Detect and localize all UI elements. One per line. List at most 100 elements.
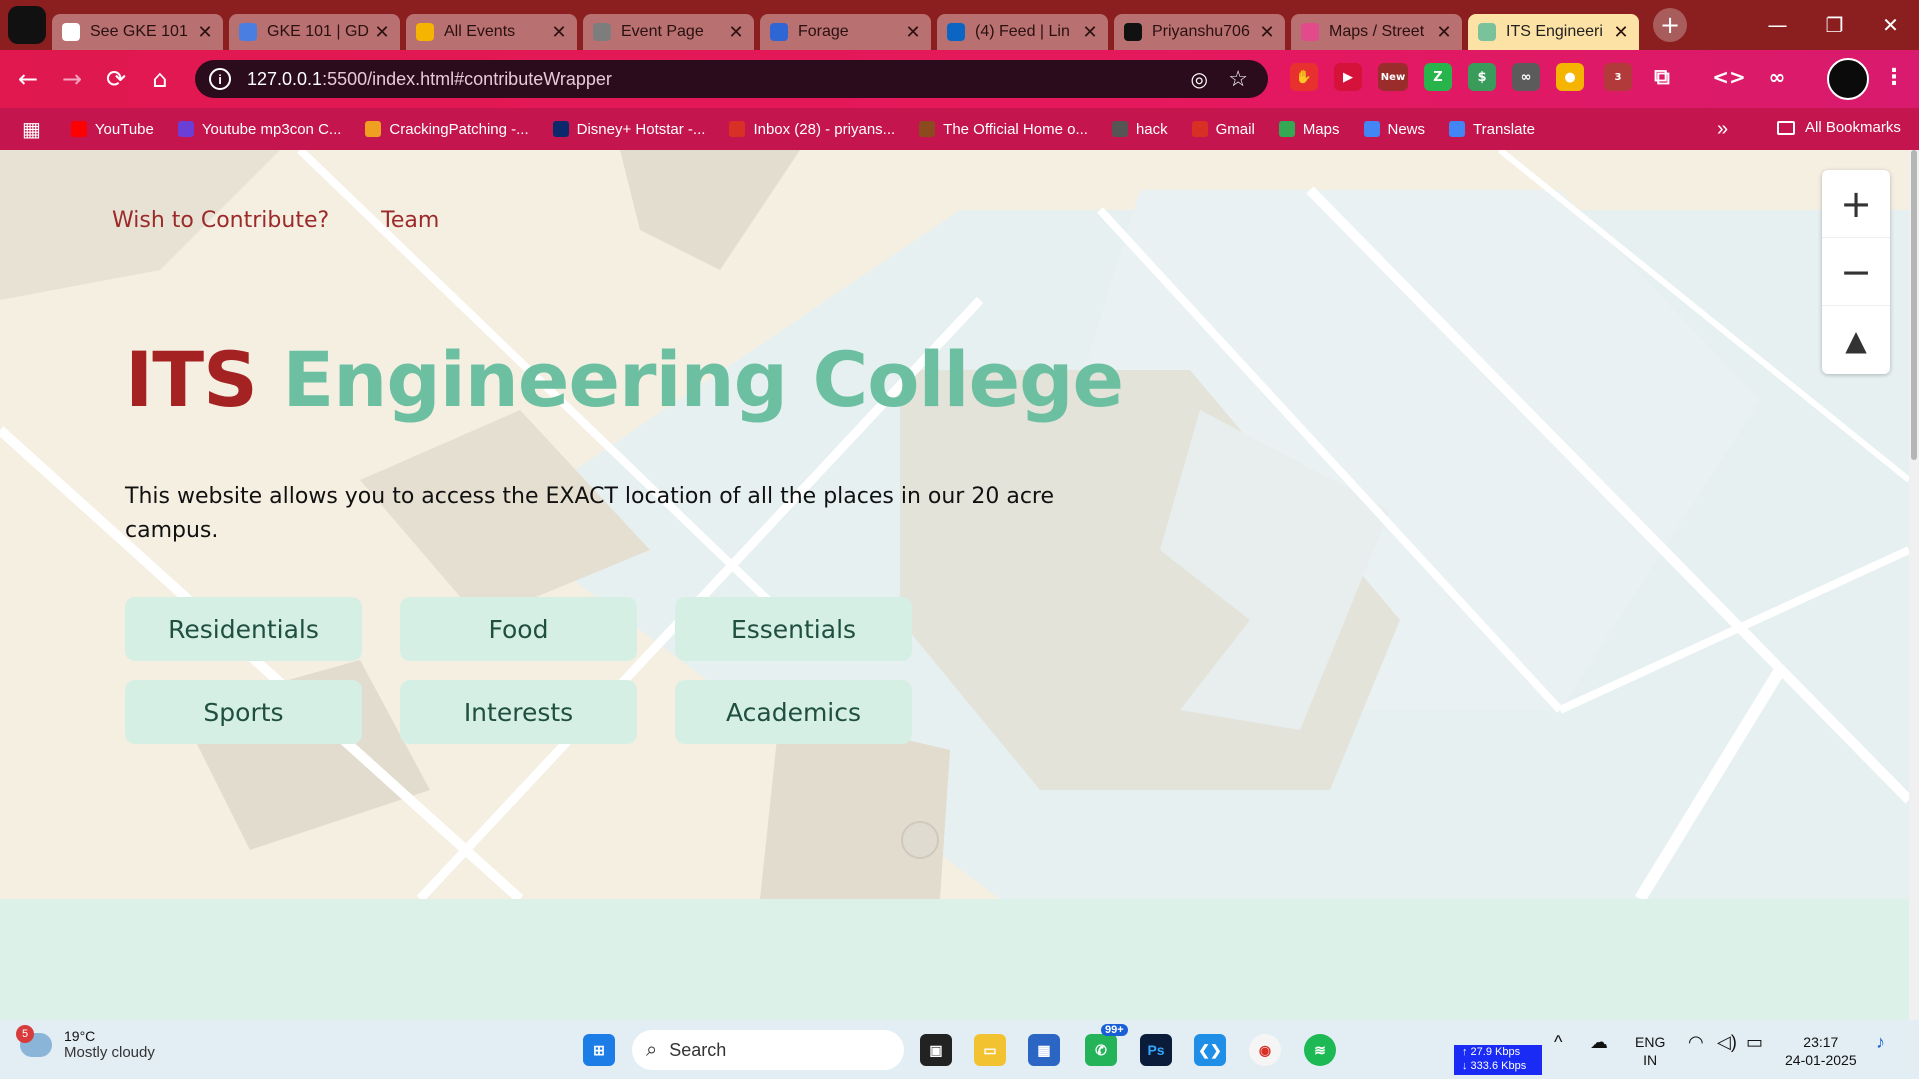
compass-icon[interactable]: ▲	[1822, 306, 1890, 374]
browser-tab[interactable]: Priyanshu706 ✕	[1114, 14, 1285, 50]
category-food-button[interactable]: Food	[400, 597, 637, 661]
bookmark-item[interactable]: Disney+ Hotstar -...	[552, 121, 705, 138]
extension-z-icon[interactable]: Z	[1424, 63, 1452, 91]
category-essentials-button[interactable]: Essentials	[675, 597, 912, 661]
devtools-code-icon[interactable]: <>	[1712, 63, 1746, 91]
home-icon[interactable]: ⌂	[138, 57, 182, 101]
tab-title: Priyanshu706	[1152, 23, 1250, 40]
category-residentials-button[interactable]: Residentials	[125, 597, 362, 661]
category-academics-button[interactable]: Academics	[675, 680, 912, 744]
tab-title: Event Page	[621, 23, 704, 40]
bookmark-item[interactable]: CrackingPatching -...	[365, 121, 529, 138]
browser-tab[interactable]: ITS Engineeri ✕	[1468, 14, 1639, 50]
extensions-puzzle-icon[interactable]: ⧉	[1648, 63, 1676, 91]
extension-green-icon[interactable]: $	[1468, 63, 1496, 91]
bookmark-item[interactable]: hack	[1111, 121, 1168, 138]
extension-counter-icon[interactable]: 3	[1604, 63, 1632, 91]
browser-tab[interactable]: Maps / Street ✕	[1291, 14, 1462, 50]
chrome-icon[interactable]: ◉	[1249, 1034, 1281, 1066]
taskbar-search[interactable]: ⌕ Search	[632, 1030, 904, 1070]
restore-button[interactable]: ❐	[1806, 0, 1863, 50]
category-interests-button[interactable]: Interests	[400, 680, 637, 744]
bookmark-item[interactable]: News	[1363, 121, 1425, 138]
extension-forward-icon[interactable]: ▶	[1334, 63, 1362, 91]
onedrive-icon[interactable]: ☁	[1590, 1033, 1608, 1051]
vscode-icon[interactable]: ❮❯	[1194, 1034, 1226, 1066]
extension-infinity-icon[interactable]: ∞	[1512, 63, 1540, 91]
bookmark-item[interactable]: Translate	[1449, 121, 1535, 138]
new-badge: New	[1380, 71, 1406, 83]
windows-taskbar: 5 19°C Mostly cloudy ⊞ ⌕ Search ▣ ▭ ▦ 99…	[0, 1020, 1919, 1079]
battery-icon[interactable]: ▭	[1746, 1033, 1763, 1051]
bookmark-favicon-icon	[70, 121, 87, 137]
site-info-icon[interactable]: i	[209, 68, 231, 90]
extension-hand-icon[interactable]: ✋	[1290, 63, 1318, 91]
link-icon[interactable]: ∞	[1763, 63, 1791, 91]
browser-profile-icon[interactable]	[8, 6, 46, 44]
bookmark-item[interactable]: Maps	[1278, 121, 1340, 138]
category-sports-button[interactable]: Sports	[125, 680, 362, 744]
browser-tab[interactable]: Forage ✕	[760, 14, 931, 50]
extension-new-icon[interactable]: New	[1378, 63, 1408, 91]
wifi-icon[interactable]: ◠	[1688, 1033, 1704, 1051]
team-link[interactable]: Team	[381, 208, 439, 233]
tab-favicon-icon	[62, 23, 80, 41]
more-bookmarks-icon[interactable]: »	[1717, 118, 1728, 141]
eye-slash-icon[interactable]: ◎	[1191, 67, 1208, 92]
reload-icon[interactable]: ⟳	[94, 57, 138, 101]
bookmark-item[interactable]: Gmail	[1191, 121, 1255, 138]
task-view-icon[interactable]: ▣	[920, 1034, 952, 1066]
whatsapp-icon[interactable]: 99+ ✆	[1085, 1024, 1128, 1066]
windows-start-icon[interactable]: ⊞	[583, 1034, 615, 1066]
language-indicator[interactable]: ENG IN	[1635, 1033, 1665, 1069]
browser-tab[interactable]: See GKE 101 ✕	[52, 14, 223, 50]
campus-map[interactable]: Wish to Contribute? Team ITS Engineering…	[0, 150, 1909, 899]
browser-tab[interactable]: All Events ✕	[406, 14, 577, 50]
photoshop-icon[interactable]: Ps	[1140, 1034, 1172, 1066]
menu-kebab-icon[interactable]: ⋮	[1880, 63, 1908, 91]
tab-close-icon[interactable]: ✕	[1082, 22, 1098, 43]
bookmark-item[interactable]: The Official Home o...	[919, 121, 1088, 138]
tab-close-icon[interactable]: ✕	[905, 22, 921, 43]
tab-close-icon[interactable]: ✕	[374, 22, 390, 43]
zoom-in-button[interactable]: +	[1822, 170, 1890, 238]
new-tab-button[interactable]: +	[1653, 8, 1687, 42]
clock[interactable]: 23:17 24-01-2025	[1785, 1033, 1857, 1069]
apps-grid-icon[interactable]: ▦	[22, 117, 41, 142]
site-nav: Wish to Contribute? Team	[112, 208, 439, 233]
profile-avatar[interactable]	[1827, 58, 1869, 100]
file-explorer-icon[interactable]: ▭	[974, 1034, 1006, 1066]
page-scrollbar[interactable]	[1909, 150, 1919, 1020]
whatsapp-badge: 99+	[1101, 1024, 1128, 1036]
browser-tab[interactable]: GKE 101 | GD ✕	[229, 14, 400, 50]
minimize-button[interactable]: —	[1749, 0, 1806, 50]
tab-close-icon[interactable]: ✕	[728, 22, 744, 43]
bookmark-item[interactable]: Youtube mp3con C...	[177, 121, 341, 138]
tab-close-icon[interactable]: ✕	[1259, 22, 1275, 43]
tray-chevron-icon[interactable]: ^	[1554, 1033, 1562, 1051]
bookmark-star-icon[interactable]: ☆	[1228, 66, 1248, 92]
scrollbar-thumb[interactable]	[1911, 150, 1917, 460]
close-window-button[interactable]: ✕	[1862, 0, 1919, 50]
bookmark-item[interactable]: YouTube	[70, 121, 154, 138]
tab-title: All Events	[444, 23, 516, 40]
address-bar[interactable]: i 127.0.0.1:5500/index.html#contributeWr…	[195, 60, 1268, 98]
bookmark-item[interactable]: Inbox (28) - priyans...	[729, 121, 895, 138]
volume-icon[interactable]: ◁)	[1717, 1033, 1737, 1051]
zoom-out-button[interactable]: −	[1822, 238, 1890, 306]
weather-widget[interactable]: 5 19°C Mostly cloudy	[16, 1024, 155, 1061]
browser-tab[interactable]: Event Page ✕	[583, 14, 754, 50]
spotify-icon[interactable]: ≋	[1304, 1034, 1336, 1066]
browser-tab[interactable]: (4) Feed | Lin ✕	[937, 14, 1108, 50]
microsoft-store-icon[interactable]: ▦	[1028, 1034, 1060, 1066]
back-icon[interactable]: ←	[6, 57, 50, 101]
notification-bell-icon[interactable]: ♪	[1876, 1033, 1885, 1051]
tab-close-icon[interactable]: ✕	[1436, 22, 1452, 43]
tab-close-icon[interactable]: ✕	[197, 22, 213, 43]
all-bookmarks-button[interactable]: All Bookmarks	[1777, 119, 1901, 136]
forward-icon[interactable]: →	[50, 57, 94, 101]
wish-to-contribute-link[interactable]: Wish to Contribute?	[112, 208, 329, 233]
tab-close-icon[interactable]: ✕	[1613, 22, 1629, 43]
tab-close-icon[interactable]: ✕	[551, 22, 567, 43]
extension-globe-icon[interactable]: ●	[1556, 63, 1584, 91]
